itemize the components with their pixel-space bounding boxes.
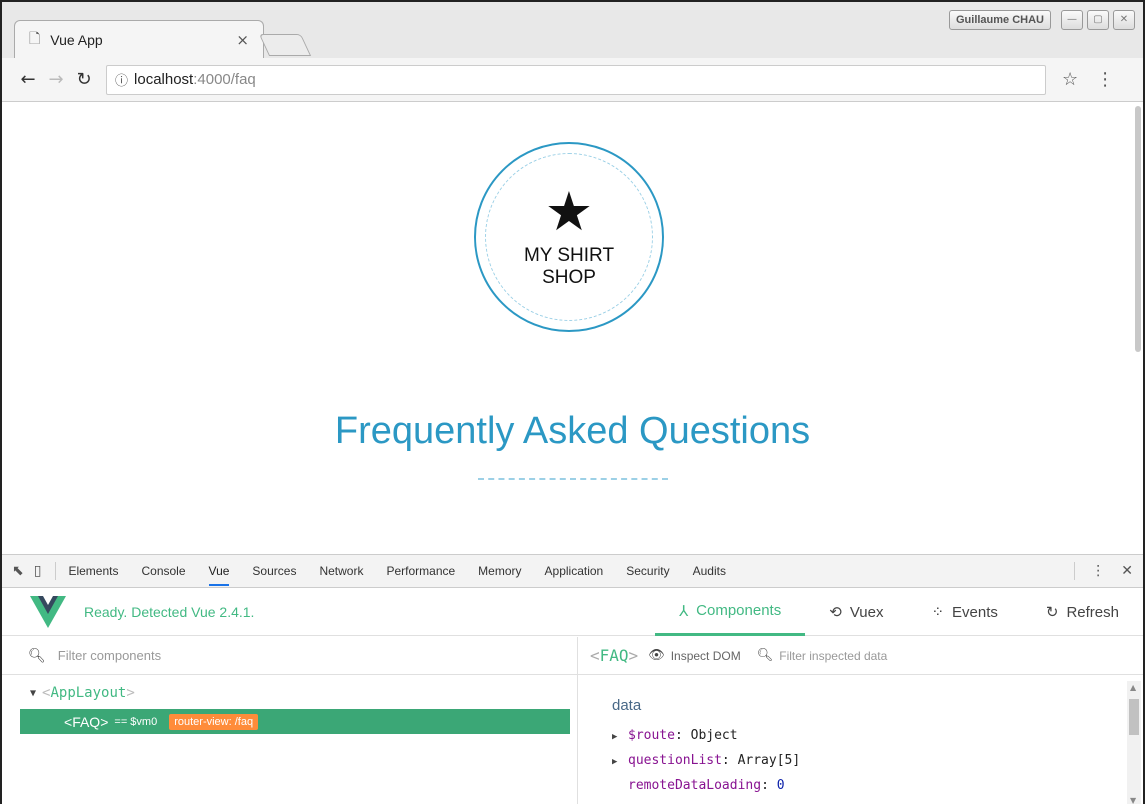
back-arrow-icon[interactable]: ←	[14, 69, 42, 90]
eye-icon: 👁︎	[648, 648, 665, 663]
logo-text-line2: SHOP	[542, 267, 596, 288]
inspected-component: <FAQ>	[590, 646, 639, 665]
device-toolbar-icon[interactable]: ▯	[34, 563, 42, 579]
url-host: localhost	[134, 71, 194, 88]
component-tree-pane: 🔍︎ Filter components ▼ < AppLayout > < FAQ >…	[2, 637, 578, 804]
router-view-badge: router-view: /faq	[169, 713, 259, 730]
maximize-button[interactable]: ▢	[1087, 10, 1109, 30]
node-name: FAQ	[72, 713, 101, 730]
inspect-element-icon[interactable]: ⬉	[12, 563, 24, 579]
tree-node-applayout[interactable]: ▼ < AppLayout >	[30, 685, 577, 701]
reload-icon[interactable]: ↻	[70, 69, 98, 90]
devtools-actions: ⋮ ✕	[1074, 562, 1133, 580]
browser-window: 🗋 Vue App × Guillaume CHAU — ▢ ✕ ← → ↻ ⓘ…	[0, 0, 1145, 804]
divider	[55, 562, 57, 580]
filter-components-input[interactable]: Filter components	[58, 648, 161, 663]
window-controls: — ▢ ✕	[1061, 10, 1135, 30]
close-window-button[interactable]: ✕	[1113, 10, 1135, 30]
tab-elements[interactable]: Elements	[68, 556, 118, 586]
data-inspector: data ▶ $route: Object ▶ questionList: Arra…	[578, 675, 1143, 797]
devtools-panel: ⬉ ▯ Elements Console Vue Sources Network…	[2, 554, 1143, 804]
search-icon: 🔍︎	[756, 648, 774, 663]
close-devtools-icon[interactable]: ✕	[1121, 563, 1133, 579]
page-scrollbar[interactable]	[1135, 106, 1141, 352]
inspector-toolbar: <FAQ> 👁︎ Inspect DOM 🔍︎ Filter inspected…	[578, 637, 1143, 675]
shop-logo: ★ MY SHIRT SHOP	[474, 142, 664, 332]
component-tree: ▼ < AppLayout >	[2, 675, 577, 701]
tab-events[interactable]: ⁘ Events	[907, 588, 1021, 636]
title-divider	[478, 478, 668, 480]
forward-arrow-icon[interactable]: →	[42, 69, 70, 90]
address-bar[interactable]: ⓘ localhost:4000/faq	[106, 64, 1046, 95]
components-label: Components	[696, 602, 782, 619]
title-bar: 🗋 Vue App × Guillaume CHAU — ▢ ✕	[2, 2, 1143, 58]
logo-inner-ring: ★ MY SHIRT SHOP	[485, 153, 653, 321]
close-tab-icon[interactable]: ×	[236, 31, 249, 49]
browser-menu-icon[interactable]: ⋮	[1096, 69, 1114, 90]
vue-nav: ⅄ Components ⟲ Vuex ⁘ Events ↻ Refresh	[655, 588, 1143, 636]
refresh-icon: ↻	[1045, 603, 1059, 621]
tab-title: Vue App	[50, 31, 103, 48]
data-section-title: data	[612, 697, 642, 714]
tab-audits[interactable]: Audits	[693, 556, 726, 586]
events-icon: ⁘	[931, 603, 945, 621]
vue-panes: 🔍︎ Filter components ▼ < AppLayout > < FAQ >…	[2, 637, 1143, 804]
scroll-up-icon[interactable]: ▲	[1130, 683, 1136, 692]
url-path: :4000/faq	[193, 71, 256, 88]
tab-security[interactable]: Security	[626, 556, 669, 586]
history-icon: ⟲	[829, 603, 842, 621]
expand-arrow-icon[interactable]: ▶	[612, 751, 628, 774]
bookmark-star-icon[interactable]: ☆	[1062, 69, 1078, 90]
vue-status-text: Ready. Detected Vue 2.4.1.	[84, 603, 255, 620]
profile-button[interactable]: Guillaume CHAU	[948, 10, 1051, 30]
refresh-button[interactable]: ↻ Refresh	[1022, 588, 1143, 636]
page-icon: 🗋	[29, 30, 41, 47]
tab-console[interactable]: Console	[141, 556, 185, 586]
devtools-menu-icon[interactable]: ⋮	[1091, 563, 1105, 579]
page-title: Frequently Asked Questions	[334, 410, 811, 452]
star-icon: ★	[544, 180, 594, 243]
page-viewport: ★ MY SHIRT SHOP Frequently Asked Questio…	[2, 102, 1143, 554]
divider	[1074, 562, 1076, 580]
info-icon[interactable]: ⓘ	[115, 70, 128, 89]
expand-arrow-icon[interactable]: ▼	[30, 688, 36, 699]
tab-components[interactable]: ⅄ Components	[655, 588, 806, 636]
vue-devtools-header: Ready. Detected Vue 2.4.1. ⅄ Components …	[2, 588, 1143, 636]
component-filter[interactable]: 🔍︎ Filter components	[2, 637, 577, 675]
vue-logo-icon	[30, 595, 66, 628]
tab-application[interactable]: Application	[545, 556, 604, 586]
refresh-label: Refresh	[1066, 603, 1119, 621]
search-icon: 🔍︎	[28, 647, 46, 664]
scrollbar-thumb[interactable]	[1129, 699, 1139, 735]
expand-arrow-icon[interactable]: ▶	[612, 726, 628, 749]
tab-memory[interactable]: Memory	[478, 556, 521, 586]
tab-sources[interactable]: Sources	[252, 556, 296, 586]
browser-toolbar: ← → ↻ ⓘ localhost:4000/faq ☆ ⋮	[2, 58, 1143, 102]
events-label: Events	[952, 603, 998, 621]
inspector-scrollbar[interactable]: ▲ ▼	[1127, 681, 1141, 804]
minimize-button[interactable]: —	[1061, 10, 1083, 30]
data-property[interactable]: remoteDataLoading: 0	[612, 774, 1143, 797]
vm-reference: == $vm0	[114, 715, 158, 728]
tree-node-faq-selected[interactable]: < FAQ > == $vm0 router-view: /faq	[20, 709, 570, 734]
inspector-pane: <FAQ> 👁︎ Inspect DOM 🔍︎ Filter inspected…	[578, 637, 1143, 804]
node-name: AppLayout	[50, 685, 127, 701]
browser-tab[interactable]: 🗋 Vue App ×	[14, 20, 264, 58]
devtools-tabbar: ⬉ ▯ Elements Console Vue Sources Network…	[2, 555, 1143, 588]
scroll-down-icon[interactable]: ▼	[1130, 796, 1136, 804]
tab-vue[interactable]: Vue	[208, 556, 230, 586]
tab-network[interactable]: Network	[319, 556, 363, 586]
new-tab-button[interactable]	[258, 34, 312, 56]
vuex-label: Vuex	[849, 603, 884, 621]
tab-performance[interactable]: Performance	[386, 556, 455, 586]
filter-data-input[interactable]: Filter inspected data	[779, 649, 887, 663]
data-property[interactable]: ▶ $route: Object	[612, 724, 1143, 749]
inspect-dom-button[interactable]: Inspect DOM	[671, 649, 741, 663]
components-icon: ⅄	[679, 601, 689, 620]
logo-text-line1: MY SHIRT	[523, 245, 615, 266]
tab-vuex[interactable]: ⟲ Vuex	[805, 588, 907, 636]
data-property[interactable]: ▶ questionList: Array[5]	[612, 749, 1143, 774]
